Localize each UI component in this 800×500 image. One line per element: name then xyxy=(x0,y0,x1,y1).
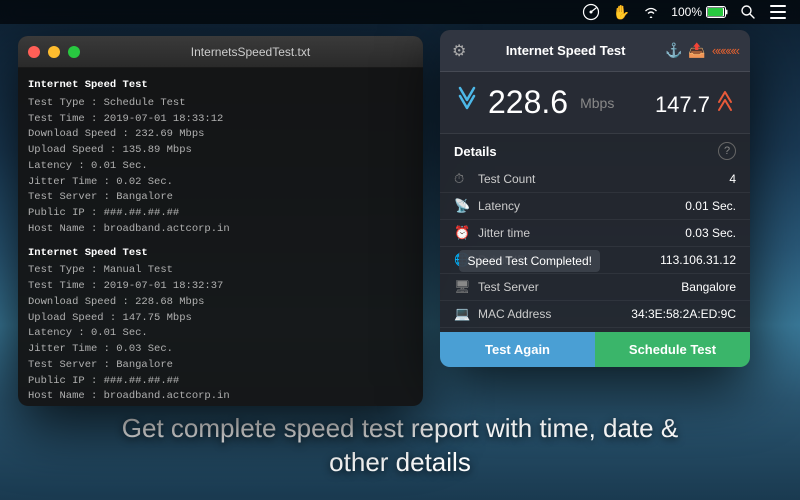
detail-row-icon: ⏱ xyxy=(454,171,474,187)
detail-row-icon: 🖥 xyxy=(454,279,474,295)
detail-row-key: Test Count xyxy=(478,172,729,186)
panel-titlebar: ⚙ Internet Speed Test ⚓ 📤 ««««« xyxy=(440,30,750,72)
detail-row-value: 4 xyxy=(729,172,736,186)
terminal-line: Download Speed : 228.68 Mbps xyxy=(28,295,413,311)
battery-status: 100% xyxy=(671,5,728,19)
terminal-line: Public IP : ###.##.##.## xyxy=(28,206,413,222)
upload-speed-value: 147.7 xyxy=(655,92,710,118)
speed-menubar-icon[interactable] xyxy=(581,2,601,22)
detail-rows-container: ⏱ Test Count4 📡 Latency0.01 Sec. ⏰ Jitter tim… xyxy=(440,166,750,328)
search-menubar-icon[interactable] xyxy=(738,2,758,22)
share-icon[interactable]: 📤 xyxy=(688,42,705,59)
terminal-line: Test Time : 2019-07-01 18:33:12 xyxy=(28,112,413,128)
terminal-line: Jitter Time : 0.02 Sec. xyxy=(28,175,413,191)
terminal-line: Host Name : broadband.actcorp.in xyxy=(28,389,413,405)
terminal-line: Latency : 0.01 Sec. xyxy=(28,159,413,175)
detail-row-value: Bangalore xyxy=(681,280,736,294)
help-button[interactable]: ? xyxy=(718,142,736,160)
details-header: Details ? xyxy=(440,134,750,166)
terminal-section-heading: Internet Speed Test xyxy=(28,78,413,94)
terminal-line: Latency : 0.01 Sec. xyxy=(28,326,413,342)
detail-row-value: 34:3E:58:2A:ED:9C xyxy=(631,307,736,321)
panel-icons-right: ⚓ 📤 ««««« xyxy=(665,42,738,59)
detail-row-key: Latency xyxy=(478,199,685,213)
detail-row-icon: 💻 xyxy=(454,306,474,322)
download-arrow-icon xyxy=(456,86,478,120)
maximize-button[interactable] xyxy=(68,46,80,58)
menubar: ✋ 100% xyxy=(0,0,800,24)
detail-row: ⏰ Jitter time0.03 Sec. xyxy=(440,220,750,247)
detail-row: 🖥 Test ServerBangalore xyxy=(440,274,750,301)
test-again-button[interactable]: Test Again xyxy=(440,332,595,367)
terminal-line: Download Speed : 232.69 Mbps xyxy=(28,127,413,143)
detail-row: 💻 MAC Address34:3E:58:2A:ED:9C xyxy=(440,301,750,328)
detail-row-key: MAC Address xyxy=(478,307,631,321)
terminal-line: Test Server : Bangalore xyxy=(28,358,413,374)
terminal-line: Test Type : Manual Test xyxy=(28,263,413,279)
terminal-line: Test Server : Bangalore xyxy=(28,190,413,206)
hand-menubar-icon: ✋ xyxy=(611,2,631,22)
panel-title: Internet Speed Test xyxy=(474,43,657,58)
detail-row-value: 113.106.31.12 xyxy=(660,253,736,267)
bottom-text-container: Get complete speed test report with time… xyxy=(0,412,800,480)
detail-row-key: Test Server xyxy=(478,280,681,294)
menu-menubar-icon[interactable] xyxy=(768,2,788,22)
terminal-line: Upload Speed : 135.89 Mbps xyxy=(28,143,413,159)
terminal-body: Internet Speed Test Test Type : Schedule … xyxy=(18,68,423,406)
detail-row: ⏱ Test Count4 xyxy=(440,166,750,193)
download-speed-value: 228.6 xyxy=(488,84,568,121)
details-label: Details xyxy=(454,144,497,159)
detail-row-value: 0.03 Sec. xyxy=(685,226,736,240)
terminal-title: InternetsSpeedTest.txt xyxy=(191,45,310,59)
detail-row-value: 0.01 Sec. xyxy=(685,199,736,213)
terminal-section-heading: Internet Speed Test xyxy=(28,246,413,262)
toast-notification: Speed Test Completed! xyxy=(459,250,600,272)
terminal-line: Test Time : 2019-07-01 18:32:37 xyxy=(28,279,413,295)
bottom-tagline: Get complete speed test report with time… xyxy=(60,412,740,480)
detail-row-icon: ⏰ xyxy=(454,225,474,241)
close-button[interactable] xyxy=(28,46,40,58)
upload-speed-display: 147.7 xyxy=(655,88,734,118)
terminal-line: Test Type : Schedule Test xyxy=(28,96,413,112)
schedule-test-button[interactable]: Schedule Test xyxy=(595,332,750,367)
upload-arrow-icon xyxy=(716,88,734,117)
speed-display: 228.6 Mbps 147.7 xyxy=(440,72,750,134)
terminal-line: Jitter Time : 0.03 Sec. xyxy=(28,342,413,358)
speed-unit: Mbps xyxy=(580,95,614,111)
wifi-menubar-icon xyxy=(641,2,661,22)
terminal-line: Public IP : ###.##.##.## xyxy=(28,374,413,390)
minimize-button[interactable] xyxy=(48,46,60,58)
detail-row-icon: 📡 xyxy=(454,198,474,214)
speedtest-panel: ⚙ Internet Speed Test ⚓ 📤 ««««« 228.6 Mb… xyxy=(440,30,750,367)
terminal-line: Upload Speed : 147.75 Mbps xyxy=(28,311,413,327)
buttons-row: Test Again Schedule Test xyxy=(440,332,750,367)
gear-icon[interactable]: ⚙ xyxy=(452,41,466,61)
terminal-titlebar: InternetsSpeedTest.txt xyxy=(18,36,423,68)
terminal-window: InternetsSpeedTest.txt Internet Speed Te… xyxy=(18,36,423,406)
chevrons-icon[interactable]: ««««« xyxy=(712,43,738,58)
detail-row: 📡 Latency0.01 Sec. xyxy=(440,193,750,220)
anchor-icon[interactable]: ⚓ xyxy=(665,42,682,59)
terminal-line: Host Name : broadband.actcorp.in xyxy=(28,222,413,238)
detail-row-key: Jitter time xyxy=(478,226,685,240)
